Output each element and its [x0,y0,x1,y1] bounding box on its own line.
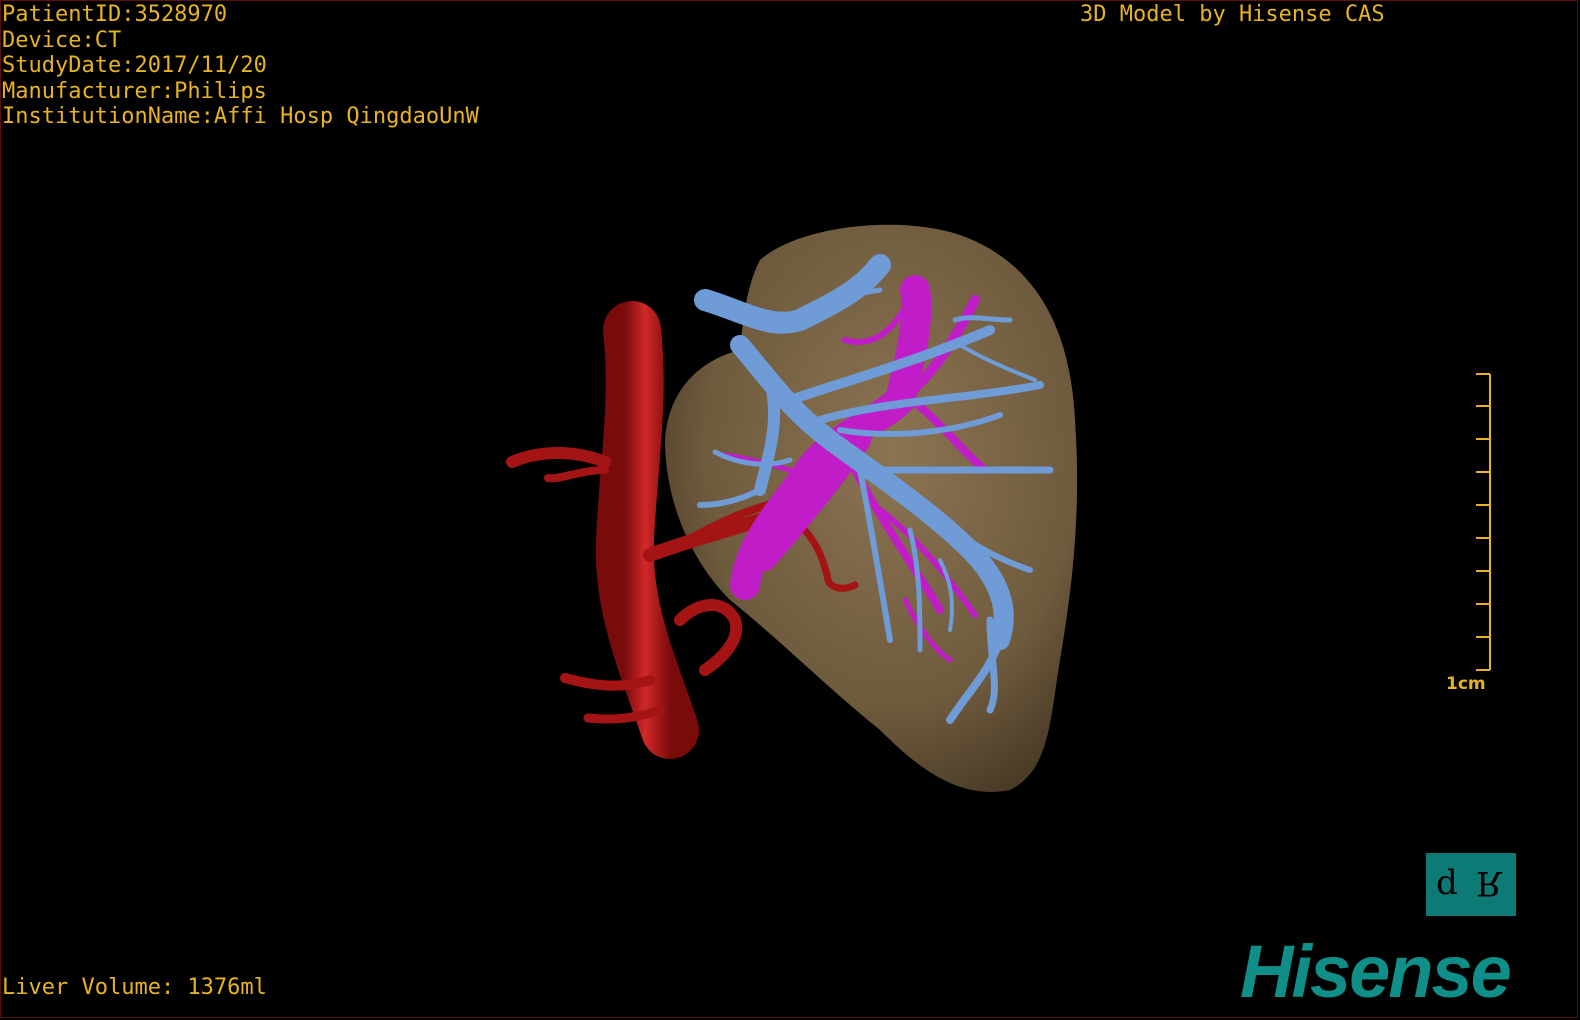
orientation-right-letter: R [1476,863,1502,903]
model-credit: 3D Model by Hisense CAS [1080,2,1385,27]
orientation-cube[interactable]: d R [1426,853,1516,916]
device: Device:CT [2,27,122,53]
institution-name: InstitutionName:Affi Hosp QingdaoUnW [2,104,479,129]
manufacturer: Manufacturer:Philips [2,78,267,104]
hisense-logo: Hisense [1240,930,1512,1013]
scale-bar [1476,373,1491,671]
patient-id: PatientID:3528970 [2,2,228,27]
liver-3d-model[interactable] [0,0,1580,1020]
orientation-left-letter: d [1436,863,1458,903]
liver-volume: Liver Volume: 1376ml [2,975,267,1000]
patient-info-overlay: PatientID:3528970 Device:CT StudyDate:20… [2,2,479,130]
study-date: StudyDate:2017/11/20 [2,53,267,78]
scale-label: 1cm [1446,674,1486,694]
